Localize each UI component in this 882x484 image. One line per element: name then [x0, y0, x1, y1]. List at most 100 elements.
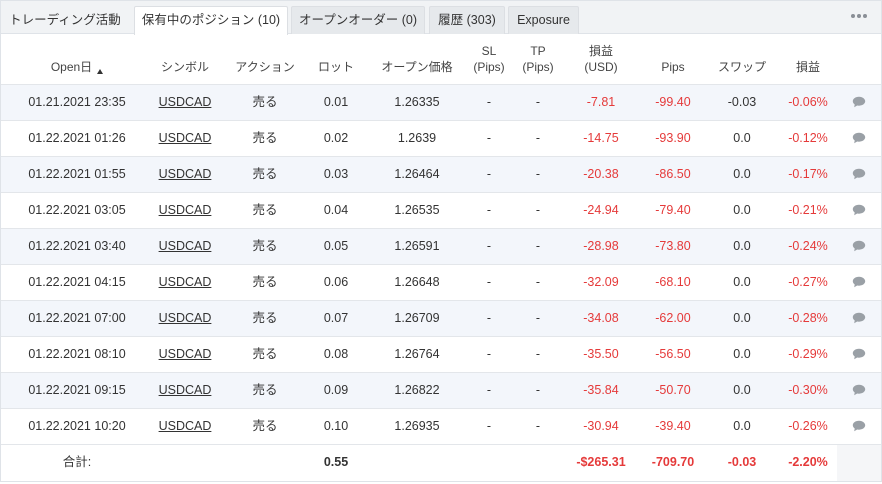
sl-cell-wrap: - — [467, 301, 511, 336]
profit-usd-cell-wrap: -28.98 — [569, 229, 633, 264]
open-date-cell-wrap: 01.22.2021 01:55 — [1, 157, 153, 192]
symbol-link[interactable]: USDCAD — [159, 95, 212, 109]
lot-cell: 0.07 — [323, 311, 349, 325]
tp-cell: - — [535, 203, 541, 217]
header-open-price[interactable]: オープン価格 — [367, 35, 467, 85]
more-horizontal-icon[interactable] — [851, 13, 869, 21]
swap-cell-wrap: 0.0 — [707, 193, 777, 228]
symbol-link-wrap: USDCAD — [153, 265, 217, 300]
header-profit-usd-label: 損益 — [588, 44, 613, 58]
tab-exposure[interactable]: Exposure — [508, 6, 579, 34]
pips-cell-wrap: -56.50 — [637, 337, 709, 372]
symbol-link[interactable]: USDCAD — [159, 131, 212, 145]
pips-cell-wrap: -86.50 — [637, 157, 709, 192]
symbol-link-wrap: USDCAD — [153, 157, 217, 192]
header-swap[interactable]: スワップ — [707, 35, 777, 85]
lot-cell-wrap: 0.03 — [305, 157, 367, 192]
header-open-price-label: オープン価格 — [381, 60, 453, 74]
action-cell: 売る — [252, 95, 278, 109]
swap-cell: 0.0 — [733, 167, 751, 181]
swap-cell: 0.0 — [733, 203, 751, 217]
table-header: Open日 シンボル アクション ロット オープン価格 SL (Pips) TP (… — [1, 35, 881, 85]
comment-bubble-icon[interactable] — [852, 276, 866, 288]
tp-cell: - — [535, 419, 541, 433]
sl-cell: - — [486, 347, 492, 361]
sl-cell: - — [486, 203, 492, 217]
header-pips[interactable]: Pips — [637, 35, 709, 85]
symbol-link[interactable]: USDCAD — [159, 275, 212, 289]
header-sl[interactable]: SL (Pips) — [467, 35, 511, 85]
table-body: 01.21.2021 23:35 USDCAD 売る 0.01 1.26335 - - -7.… — [1, 85, 881, 445]
comment-bubble-icon[interactable] — [852, 168, 866, 180]
pips-cell-wrap: -73.80 — [637, 229, 709, 264]
action-cell-wrap: 売る — [229, 193, 301, 228]
comment-bubble-icon[interactable] — [852, 204, 866, 216]
header-tp[interactable]: TP (Pips) — [515, 35, 561, 85]
lot-cell: 0.06 — [323, 275, 349, 289]
open-date-cell-wrap: 01.21.2021 23:35 — [1, 85, 153, 120]
profit-pct-cell: -0.29% — [788, 347, 828, 361]
pips-cell-wrap: -93.90 — [637, 121, 709, 156]
swap-cell-wrap: 0.0 — [707, 337, 777, 372]
open-date-cell: 01.22.2021 03:40 — [28, 239, 126, 253]
symbol-link[interactable]: USDCAD — [159, 347, 212, 361]
table-row: 01.21.2021 23:35 USDCAD 売る 0.01 1.26335 - - -7.… — [1, 85, 881, 121]
sort-ascending-icon — [97, 69, 104, 74]
open-date-cell: 01.22.2021 10:20 — [28, 419, 126, 433]
comment-bubble-icon[interactable] — [852, 348, 866, 360]
tab-open-positions[interactable]: 保有中のポジション (10) — [134, 6, 288, 35]
open-date-cell-wrap: 01.22.2021 08:10 — [1, 337, 153, 372]
lot-cell: 0.02 — [323, 131, 349, 145]
symbol-link-wrap: USDCAD — [153, 85, 217, 120]
open-date-cell-wrap: 01.22.2021 07:00 — [1, 301, 153, 336]
action-cell-wrap: 売る — [229, 121, 301, 156]
comment-bubble-icon[interactable] — [852, 240, 866, 252]
profit-pct-cell-wrap: -0.27% — [775, 265, 841, 300]
symbol-link[interactable]: USDCAD — [159, 419, 212, 433]
pips-cell-wrap: -99.40 — [637, 85, 709, 120]
tab-history[interactable]: 履歴 (303) — [429, 6, 505, 34]
header-pips-label: Pips — [661, 60, 685, 74]
symbol-link[interactable]: USDCAD — [159, 239, 212, 253]
header-open-date[interactable]: Open日 — [1, 35, 153, 85]
lot-cell-wrap: 0.10 — [305, 409, 367, 444]
pips-cell: -56.50 — [655, 347, 691, 361]
header-symbol[interactable]: シンボル — [153, 35, 217, 85]
open-price-cell-wrap: 1.26591 — [367, 229, 467, 264]
sl-cell: - — [486, 167, 492, 181]
lot-cell: 0.04 — [323, 203, 349, 217]
header-action[interactable]: アクション — [229, 35, 301, 85]
swap-cell: 0.0 — [733, 275, 751, 289]
action-cell: 売る — [252, 347, 278, 361]
open-price-cell-wrap: 1.26935 — [367, 409, 467, 444]
symbol-link[interactable]: USDCAD — [159, 383, 212, 397]
comment-bubble-icon[interactable] — [852, 384, 866, 396]
header-symbol-label: シンボル — [160, 60, 209, 74]
comment-bubble-icon[interactable] — [852, 96, 866, 108]
pips-cell: -99.40 — [655, 95, 691, 109]
symbol-link[interactable]: USDCAD — [159, 311, 212, 325]
profit-pct-cell: -0.30% — [788, 383, 828, 397]
profit-usd-cell-wrap: -34.08 — [569, 301, 633, 336]
comment-bubble-icon[interactable] — [852, 420, 866, 432]
header-profit-pct[interactable]: 損益 — [775, 35, 841, 85]
profit-pct-cell-wrap: -0.21% — [775, 193, 841, 228]
symbol-link[interactable]: USDCAD — [159, 167, 212, 181]
sl-cell: - — [486, 131, 492, 145]
pips-cell-wrap: -39.40 — [637, 409, 709, 444]
swap-cell-wrap: -0.03 — [707, 85, 777, 120]
tab-open-orders[interactable]: オープンオーダー (0) — [291, 6, 425, 34]
comment-bubble-icon[interactable] — [852, 312, 866, 324]
open-price-cell: 1.26764 — [394, 347, 440, 361]
header-profit-usd[interactable]: 損益 (USD) — [569, 35, 633, 85]
open-date-cell: 01.22.2021 07:00 — [28, 311, 126, 325]
open-date-cell-wrap: 01.22.2021 03:40 — [1, 229, 153, 264]
swap-cell-wrap: 0.0 — [707, 157, 777, 192]
comment-bubble-icon[interactable] — [852, 132, 866, 144]
symbol-link[interactable]: USDCAD — [159, 203, 212, 217]
tab-trading-activity[interactable]: トレーディング活動 — [3, 6, 127, 34]
open-price-cell-wrap: 1.26764 — [367, 337, 467, 372]
header-lot[interactable]: ロット — [305, 35, 367, 85]
positions-table: Open日 シンボル アクション ロット オープン価格 SL (Pips) TP (… — [1, 35, 881, 479]
profit-usd-cell-wrap: -35.50 — [569, 337, 633, 372]
